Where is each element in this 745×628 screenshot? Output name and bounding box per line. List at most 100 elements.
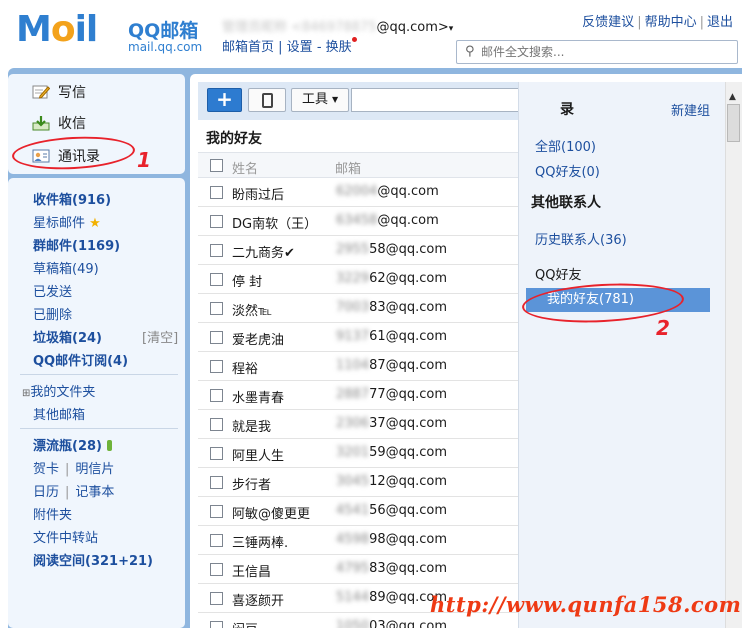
contact-checkbox[interactable] (210, 418, 223, 431)
contact-row[interactable]: 爱老虎油 913761@qq.com (198, 323, 518, 352)
attachments-link[interactable]: 附件夹 (33, 504, 72, 523)
contact-email[interactable]: 320159@qq.com (336, 445, 447, 460)
qq-mail-logo[interactable]: Moil QQ邮箱 mail.qq.com (16, 12, 202, 55)
contact-row[interactable]: 程裕 110487@qq.com (198, 352, 518, 381)
column-name-header[interactable]: 姓名 (232, 158, 258, 177)
notebook-link[interactable]: 记事本 (75, 485, 114, 500)
contact-row[interactable]: 王信昌 479583@qq.com (198, 555, 518, 584)
contact-name[interactable]: 三锤两棒. (232, 532, 288, 551)
phone-sync-button[interactable] (248, 88, 286, 112)
contact-checkbox[interactable] (210, 534, 223, 547)
contact-name[interactable]: 王信昌 (232, 561, 271, 580)
contact-checkbox[interactable] (210, 186, 223, 199)
folder-sent[interactable]: 已发送 (33, 281, 72, 300)
scrollbar[interactable] (725, 82, 742, 628)
folder-spam[interactable]: 垃圾箱(24) (33, 327, 102, 346)
contact-name[interactable]: 步行者 (232, 474, 271, 493)
contact-name[interactable]: 程裕 (232, 358, 258, 377)
contact-email[interactable]: 295558@qq.com (336, 242, 447, 257)
scroll-up-icon[interactable]: ▲ (729, 92, 736, 102)
contact-name[interactable]: 阿敏@傻更更 (232, 503, 310, 522)
contact-row[interactable]: 水墨青春 288777@qq.com (198, 381, 518, 410)
contact-email[interactable]: 479583@qq.com (336, 561, 447, 576)
contact-search-input[interactable] (351, 88, 523, 112)
help-link[interactable]: 帮助中心 (645, 15, 697, 30)
new-group-link[interactable]: 新建组 (671, 100, 710, 119)
postcard-link[interactable]: 明信片 (75, 462, 114, 477)
contact-row[interactable]: 阿里人生 320159@qq.com (198, 439, 518, 468)
contact-row[interactable]: 步行者 304512@qq.com (198, 468, 518, 497)
scroll-thumb[interactable] (727, 104, 740, 142)
contact-email[interactable]: 63458@qq.com (336, 213, 439, 228)
greeting-card-link[interactable]: 贺卡 (33, 462, 59, 477)
folder-drafts[interactable]: 草稿箱(49) (33, 258, 99, 277)
calendar-link[interactable]: 日历 (33, 485, 59, 500)
contact-email[interactable]: 62004@qq.com (336, 184, 439, 199)
tools-dropdown[interactable]: 工具 ▼ (291, 88, 349, 112)
mail-search-box[interactable]: ⚲ (456, 40, 738, 64)
contact-name[interactable]: 二九商务✔ (232, 242, 295, 261)
contact-checkbox[interactable] (210, 447, 223, 460)
settings-link[interactable]: 设置 (287, 40, 313, 55)
group-qq-friends-count[interactable]: QQ好友(0) (535, 161, 600, 180)
contact-name[interactable]: 阿里人生 (232, 445, 284, 464)
contact-row[interactable]: 阿敏@傻更更 454156@qq.com (198, 497, 518, 526)
contact-name[interactable]: 爱老虎油 (232, 329, 284, 348)
contact-email[interactable]: 105003@qq.com (336, 619, 447, 628)
contact-checkbox[interactable] (210, 389, 223, 402)
logout-link[interactable]: 退出 (707, 15, 733, 30)
contact-checkbox[interactable] (210, 273, 223, 286)
contact-email[interactable]: 304512@qq.com (336, 474, 447, 489)
folder-starred[interactable]: 星标邮件 ★ (33, 212, 101, 231)
contact-checkbox[interactable] (210, 360, 223, 373)
folder-inbox[interactable]: 收件箱(916) (33, 189, 111, 208)
contact-row[interactable]: 盼雨过后 62004@qq.com (198, 178, 518, 207)
contact-row[interactable]: 停 封 322962@qq.com (198, 265, 518, 294)
contact-name[interactable]: 喜逐颜开 (232, 590, 284, 609)
file-transfer-link[interactable]: 文件中转站 (33, 527, 98, 546)
contact-checkbox[interactable] (210, 592, 223, 605)
group-all[interactable]: 全部(100) (535, 136, 596, 155)
contact-email[interactable]: 230637@qq.com (336, 416, 447, 431)
receive-button[interactable]: 收信 (32, 113, 86, 133)
contact-checkbox[interactable] (210, 302, 223, 315)
folder-other-mailbox[interactable]: 其他邮箱 (33, 404, 85, 423)
column-email-header[interactable]: 邮箱 (335, 158, 361, 177)
contact-row[interactable]: 淡然℡ 700383@qq.com (198, 294, 518, 323)
contact-name[interactable]: DG南软（王） (232, 213, 317, 232)
contact-name[interactable]: 停 封 (232, 271, 262, 290)
contact-checkbox[interactable] (210, 331, 223, 344)
add-contact-button[interactable]: + (207, 88, 242, 112)
contact-name[interactable]: 淡然℡ (232, 300, 272, 319)
contact-checkbox[interactable] (210, 244, 223, 257)
contact-row[interactable]: 二九商务✔ 295558@qq.com (198, 236, 518, 265)
contact-name[interactable]: 水墨青春 (232, 387, 284, 406)
contact-email[interactable]: 288777@qq.com (336, 387, 447, 402)
folder-deleted[interactable]: 已删除 (33, 304, 72, 323)
skin-link[interactable]: 换肤 (326, 40, 352, 55)
contact-email[interactable]: 913761@qq.com (336, 329, 447, 344)
contact-checkbox[interactable] (210, 563, 223, 576)
contact-row[interactable]: 就是我 230637@qq.com (198, 410, 518, 439)
feedback-link[interactable]: 反馈建议 (582, 15, 634, 30)
contact-email[interactable]: 110487@qq.com (336, 358, 447, 373)
contact-email[interactable]: 454156@qq.com (336, 503, 447, 518)
reading-space-link[interactable]: 阅读空间(321+21) (33, 550, 153, 569)
select-all-checkbox[interactable] (210, 159, 223, 172)
contact-checkbox[interactable] (210, 215, 223, 228)
folder-subscriptions[interactable]: QQ邮件订阅(4) (33, 350, 128, 369)
folder-group-mail[interactable]: 群邮件(1169) (33, 235, 120, 254)
drift-bottle-link[interactable]: 漂流瓶(28) (33, 435, 112, 454)
contact-email[interactable]: 459898@qq.com (336, 532, 447, 547)
compose-button[interactable]: 写信 (32, 82, 86, 102)
contact-checkbox[interactable] (210, 621, 223, 628)
folder-my-folders[interactable]: ⊞我的文件夹 (22, 381, 95, 400)
mailbox-home-link[interactable]: 邮箱首页 (222, 40, 274, 55)
contact-row[interactable]: 三锤两棒. 459898@qq.com (198, 526, 518, 555)
contact-name[interactable]: 盼雨过后 (232, 184, 284, 203)
contact-checkbox[interactable] (210, 476, 223, 489)
contact-email[interactable]: 322962@qq.com (336, 271, 447, 286)
clear-spam-link[interactable]: [清空] (142, 327, 178, 346)
mail-search-input[interactable] (481, 43, 731, 61)
contact-name[interactable]: 闷豆 (232, 619, 258, 628)
